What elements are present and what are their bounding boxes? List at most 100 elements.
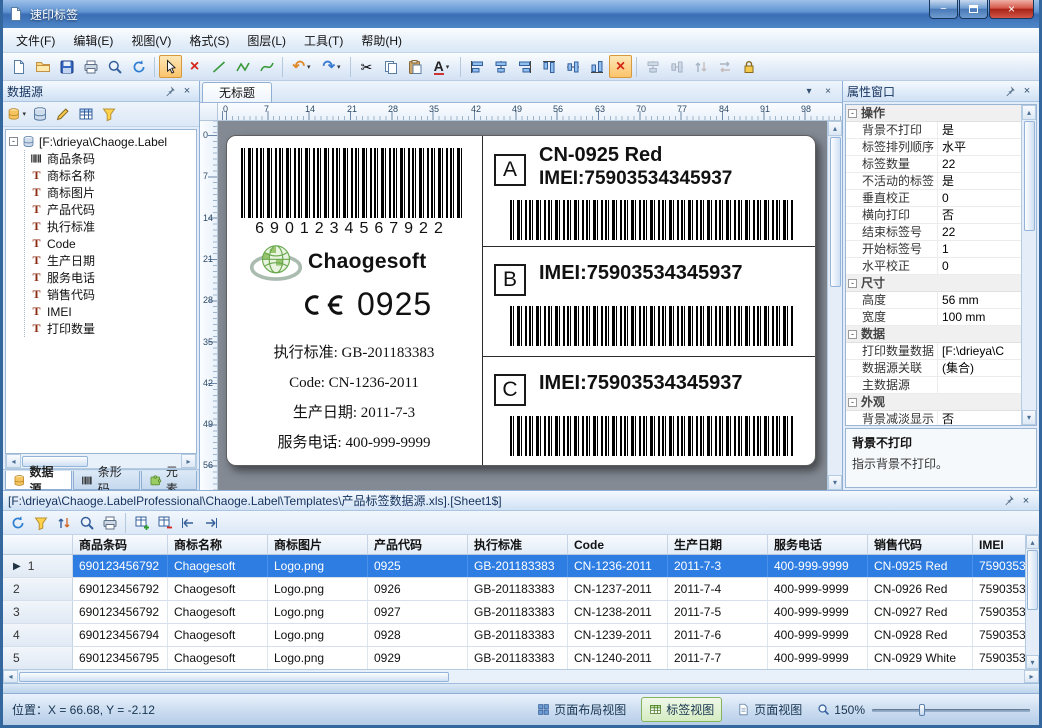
menu-file[interactable]: 文件(F) xyxy=(7,28,64,53)
cell[interactable]: 0928 xyxy=(368,624,468,646)
scroll-down-icon[interactable]: ▾ xyxy=(1026,655,1039,669)
cell[interactable]: 2011-7-5 xyxy=(668,601,768,623)
scrollbar-thumb[interactable] xyxy=(1027,550,1038,610)
info-line[interactable]: 服务电话: 400-999-9999 xyxy=(227,428,481,458)
cell[interactable]: CN-0928 Red xyxy=(868,624,973,646)
properties-vertical-scrollbar[interactable]: ▴ ▾ xyxy=(1021,105,1036,425)
tab-close-icon[interactable]: × xyxy=(820,84,836,99)
column-header[interactable]: 商标图片 xyxy=(268,535,368,554)
property-row[interactable]: 背景减淡显示否 xyxy=(846,411,1021,425)
cell[interactable]: 75903534345937 xyxy=(973,647,1025,669)
table-row[interactable]: ▶1 690123456792 Chaogesoft Logo.png 0925… xyxy=(3,555,1039,578)
collapse-icon[interactable]: - xyxy=(848,109,857,118)
undo-button[interactable]: ↶▾ xyxy=(287,55,316,78)
scrollbar-thumb[interactable] xyxy=(19,672,449,682)
property-category[interactable]: -数据 xyxy=(846,326,1021,343)
cell[interactable]: 75903534345937 xyxy=(973,601,1025,623)
property-row[interactable]: 背景不打印是 xyxy=(846,122,1021,139)
brand-name-text[interactable]: Chaogesoft xyxy=(308,250,427,274)
align-top-button[interactable] xyxy=(537,55,560,78)
tree-item-text-field[interactable]: TIMEI xyxy=(29,303,196,320)
table-corner[interactable] xyxy=(3,535,73,554)
panel-close-icon[interactable]: × xyxy=(179,84,195,99)
panel-close-icon[interactable]: × xyxy=(1019,84,1035,99)
property-row[interactable]: 开始标签号1 xyxy=(846,241,1021,258)
property-row[interactable]: 标签排列顺序水平 xyxy=(846,139,1021,156)
section-divider-line[interactable] xyxy=(482,356,815,357)
zoom-slider[interactable] xyxy=(872,702,1030,718)
sort-data-button[interactable] xyxy=(53,512,74,533)
cell[interactable]: 2011-7-3 xyxy=(668,555,768,577)
scroll-up-icon[interactable]: ▴ xyxy=(1022,105,1036,120)
maximize-button[interactable] xyxy=(959,0,988,19)
property-category[interactable]: -尺寸 xyxy=(846,275,1021,292)
cell[interactable]: 690123456792 xyxy=(73,555,168,577)
add-datasource-button[interactable]: ▾ xyxy=(6,104,27,125)
page-layout-view-button[interactable]: 页面布局视图 xyxy=(529,697,634,722)
cell[interactable]: Logo.png xyxy=(268,647,368,669)
open-button[interactable] xyxy=(31,55,54,78)
column-header[interactable]: IMEI xyxy=(973,535,1025,554)
menu-format[interactable]: 格式(S) xyxy=(180,28,238,53)
column-header[interactable]: 产品代码 xyxy=(368,535,468,554)
scroll-left-icon[interactable]: ◂ xyxy=(6,454,21,468)
cell[interactable]: Logo.png xyxy=(268,601,368,623)
cell[interactable]: CN-1240-2011 xyxy=(568,647,668,669)
tree-item-text-field[interactable]: T打印数量 xyxy=(29,320,196,337)
panel-resize-gripper[interactable] xyxy=(3,683,1039,693)
cell[interactable]: 0927 xyxy=(368,601,468,623)
collapse-icon[interactable]: - xyxy=(848,330,857,339)
cell[interactable]: Logo.png xyxy=(268,578,368,600)
pin-icon[interactable] xyxy=(1001,84,1017,99)
remove-datasource-button[interactable] xyxy=(29,104,50,125)
cell[interactable]: 0929 xyxy=(368,647,468,669)
insert-record-button[interactable] xyxy=(131,512,152,533)
distribute-horizontal-button[interactable] xyxy=(689,55,712,78)
cell[interactable]: 75903534345937 xyxy=(973,578,1025,600)
info-line[interactable]: Code: CN-1236-2011 xyxy=(227,368,481,398)
cell[interactable]: CN-0927 Red xyxy=(868,601,973,623)
scrollbar-track[interactable] xyxy=(828,288,842,475)
cell[interactable]: GB-201183383 xyxy=(468,601,568,623)
cell[interactable]: 400-999-9999 xyxy=(768,624,868,646)
delete-object-button[interactable]: × xyxy=(183,55,206,78)
preview-data-button[interactable] xyxy=(76,512,97,533)
scrollbar-track[interactable] xyxy=(1026,611,1039,655)
property-row[interactable]: 数据源关联(集合) xyxy=(846,360,1021,377)
property-row[interactable]: 结束标签号22 xyxy=(846,224,1021,241)
page-view-button[interactable]: 页面视图 xyxy=(729,697,810,722)
row-header[interactable]: 3 xyxy=(3,601,73,623)
grid-vertical-scrollbar[interactable]: ▴ ▾ xyxy=(1025,535,1039,669)
menu-layer[interactable]: 图层(L) xyxy=(238,28,295,53)
tree-item-text-field[interactable]: T销售代码 xyxy=(29,286,196,303)
label-page[interactable]: 6901234567922 Chaogesoft 0925 执行标准: GB-2… xyxy=(226,135,816,466)
row-header[interactable]: 4 xyxy=(3,624,73,646)
column-header[interactable]: 商标名称 xyxy=(168,535,268,554)
menu-edit[interactable]: 编辑(E) xyxy=(64,28,122,53)
cut-button[interactable]: ✂ xyxy=(355,55,378,78)
new-button[interactable] xyxy=(7,55,30,78)
draw-polyline-button[interactable] xyxy=(231,55,254,78)
table-row[interactable]: 3 690123456792 Chaogesoft Logo.png 0927 … xyxy=(3,601,1039,624)
draw-curve-button[interactable] xyxy=(255,55,278,78)
cell[interactable]: 690123456794 xyxy=(73,624,168,646)
cell[interactable]: 2011-7-7 xyxy=(668,647,768,669)
tab-barcode[interactable]: 条形码 xyxy=(73,471,140,490)
cell[interactable]: Chaogesoft xyxy=(168,624,268,646)
make-same-height-button[interactable] xyxy=(665,55,688,78)
paste-button[interactable] xyxy=(403,55,426,78)
cell[interactable]: Logo.png xyxy=(268,624,368,646)
align-right-button[interactable] xyxy=(513,55,536,78)
tab-list-icon[interactable]: ▾ xyxy=(801,84,817,99)
section-a-imei[interactable]: IMEI:75903534345937 xyxy=(539,168,732,190)
cell[interactable]: 0925 xyxy=(368,555,468,577)
column-header[interactable]: 服务电话 xyxy=(768,535,868,554)
tree-item-text-field[interactable]: T生产日期 xyxy=(29,252,196,269)
cell[interactable]: CN-1236-2011 xyxy=(568,555,668,577)
scrollbar-thumb[interactable] xyxy=(830,137,841,287)
section-letter-b[interactable]: B xyxy=(494,264,526,296)
document-tab[interactable]: 无标题 xyxy=(202,82,272,102)
property-category[interactable]: -外观 xyxy=(846,394,1021,411)
row-header[interactable]: 5 xyxy=(3,647,73,669)
cell[interactable]: 2011-7-6 xyxy=(668,624,768,646)
